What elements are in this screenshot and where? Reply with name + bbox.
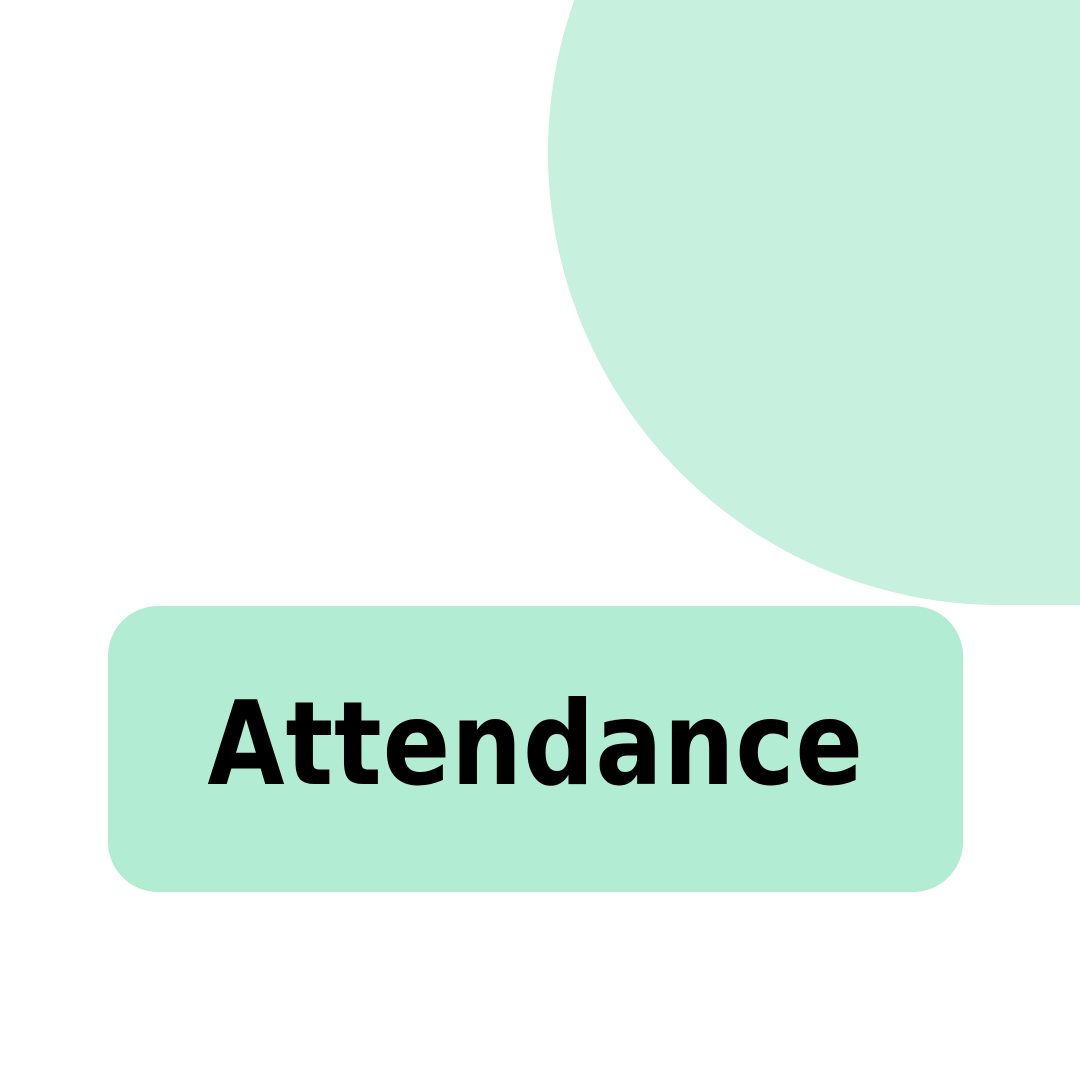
- card-title: Attendance: [207, 677, 864, 812]
- decorative-shape: [548, 0, 1080, 605]
- attendance-card[interactable]: Attendance: [108, 606, 963, 892]
- canvas: Attendance: [0, 0, 1080, 1080]
- decorative-circle: [548, 0, 1080, 605]
